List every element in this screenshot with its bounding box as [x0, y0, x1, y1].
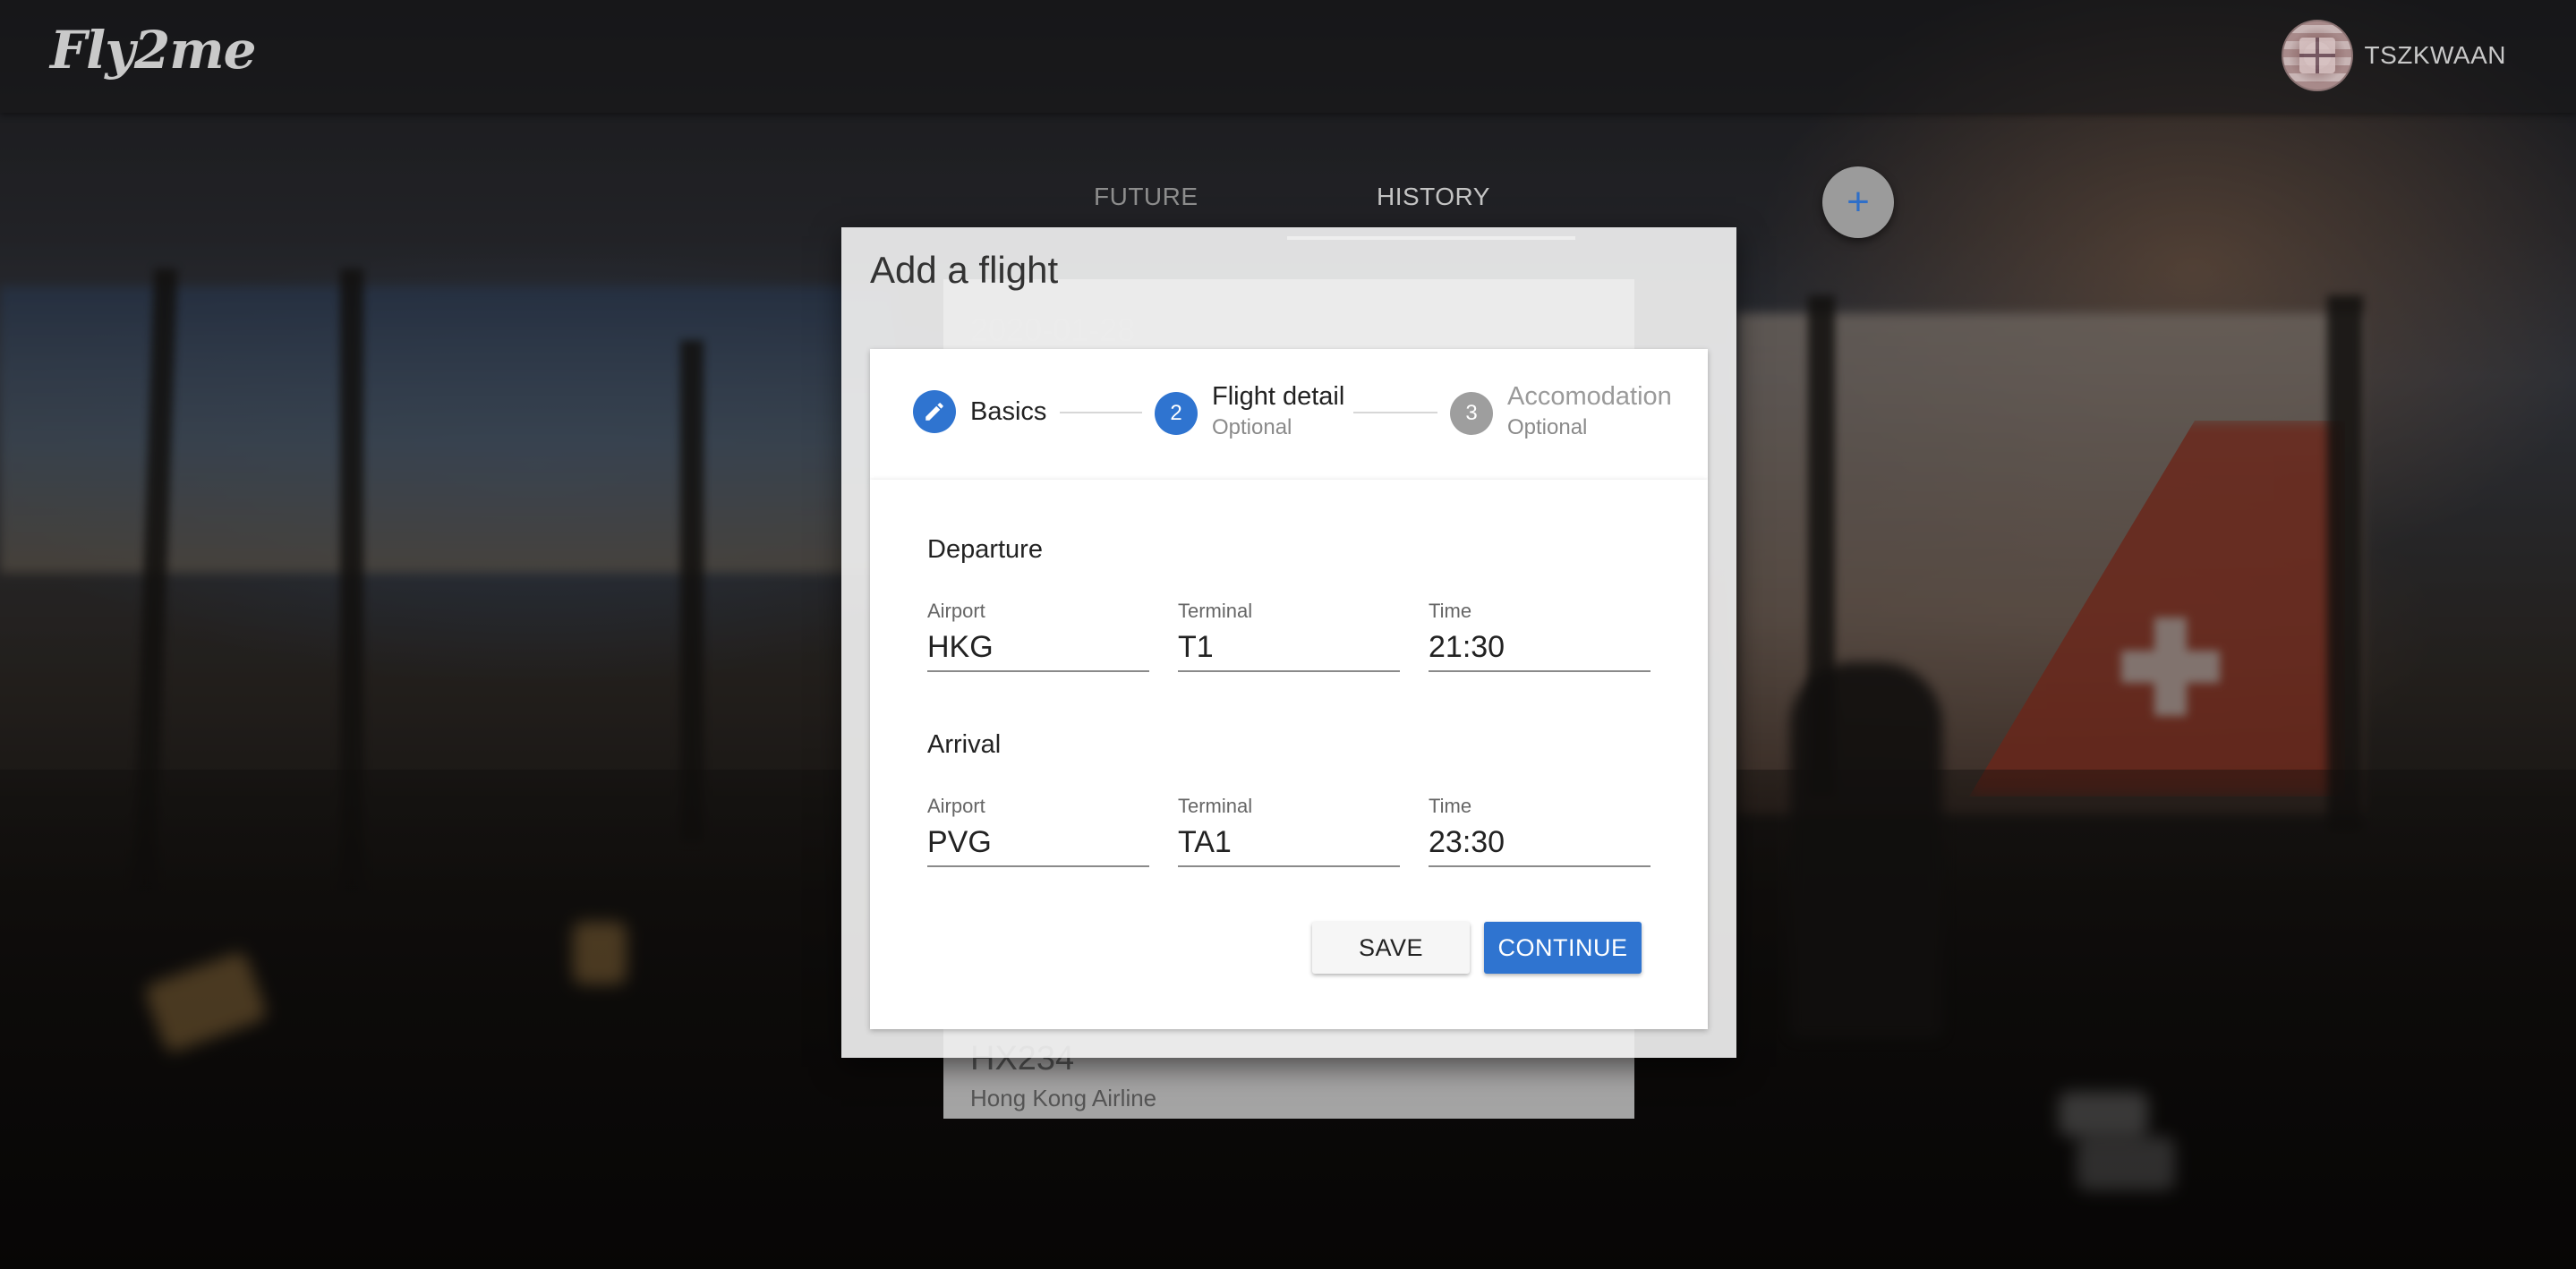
arrival-airport-field[interactable]: Airport PVG [927, 795, 1149, 867]
step-optional: Optional [1507, 415, 1588, 439]
tab-history[interactable]: HISTORY [1377, 183, 1490, 211]
step-basics[interactable]: Basics [913, 390, 1046, 433]
departure-time-field[interactable]: Time 21:30 [1429, 600, 1651, 672]
add-flight-dialog: Add a flight Basics 2 Flight detail Opti… [841, 227, 1736, 1058]
continue-button[interactable]: CONTINUE [1484, 922, 1642, 974]
departure-time-input[interactable]: 21:30 [1429, 626, 1651, 672]
field-label: Terminal [1178, 600, 1253, 622]
airline-name: Hong Kong Airline [970, 1085, 1157, 1111]
field-label: Time [1429, 600, 1472, 622]
step-optional: Optional [1212, 415, 1292, 439]
departure-heading: Departure [927, 535, 1043, 564]
tab-future[interactable]: FUTURE [1094, 183, 1198, 211]
plus-icon: + [1847, 180, 1870, 224]
arrival-airport-input[interactable]: PVG [927, 822, 1149, 867]
user-menu[interactable]: TSZKWAAN [2282, 20, 2506, 91]
step-connector [1060, 412, 1142, 413]
step-content: Departure Airport HKG Terminal T1 Time 2… [870, 480, 1708, 1029]
stepper: Basics 2 Flight detail Optional 3 Accomo… [870, 349, 1708, 480]
dialog-title: Add a flight [870, 249, 1059, 291]
step-connector [1353, 412, 1437, 413]
departure-terminal-input[interactable]: T1 [1178, 626, 1400, 672]
add-flight-button[interactable]: + [1822, 166, 1894, 238]
arrival-terminal-field[interactable]: Terminal TA1 [1178, 795, 1400, 867]
avatar[interactable] [2282, 20, 2354, 91]
arrival-time-field[interactable]: Time 23:30 [1429, 795, 1651, 867]
username[interactable]: TSZKWAAN [2364, 41, 2506, 70]
pencil-icon [913, 390, 956, 433]
save-button[interactable]: SAVE [1312, 922, 1470, 974]
step-flight-detail[interactable]: 2 Flight detail Optional [1155, 381, 1344, 440]
step-label: Flight detail [1212, 382, 1345, 411]
step-accomodation[interactable]: 3 Accomodation Optional [1450, 381, 1672, 440]
arrival-heading: Arrival [927, 730, 1002, 759]
departure-terminal-field[interactable]: Terminal T1 [1178, 600, 1400, 672]
departure-airport-field[interactable]: Airport HKG [927, 600, 1149, 672]
step-label: Basics [970, 397, 1047, 426]
field-label: Airport [927, 600, 985, 622]
step-label: Accomodation [1507, 382, 1672, 411]
step-number: 3 [1450, 392, 1493, 435]
field-label: Time [1429, 795, 1472, 817]
departure-airport-input[interactable]: HKG [927, 626, 1149, 672]
arrival-time-input[interactable]: 23:30 [1429, 822, 1651, 867]
field-label: Terminal [1178, 795, 1253, 817]
field-label: Airport [927, 795, 985, 817]
arrival-terminal-input[interactable]: TA1 [1178, 822, 1400, 867]
top-app-bar: Fly2me TSZKWAAN [0, 0, 2576, 113]
step-number: 2 [1155, 392, 1198, 435]
app-logo[interactable]: Fly2me [50, 20, 257, 81]
